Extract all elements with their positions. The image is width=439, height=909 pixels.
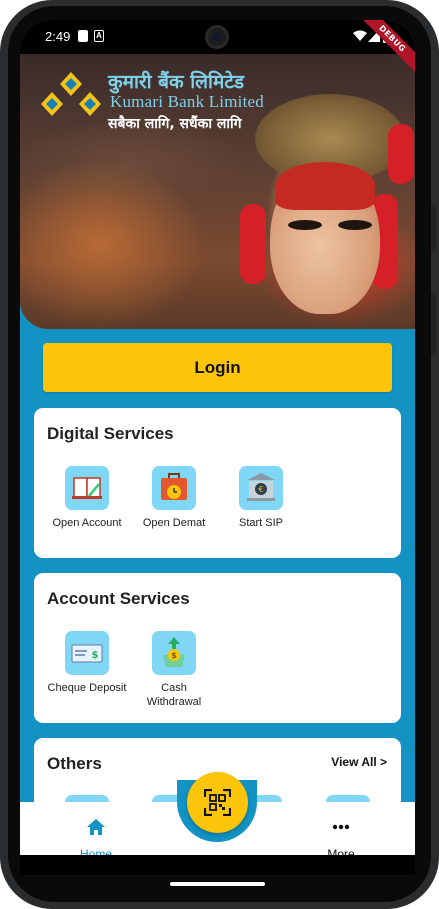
kumari-bank-logo: कुमारी बैंक लिमिटेड Kumari Bank Limited … [38,68,278,142]
logo-nepali-text: कुमारी बैंक लिमिटेड [108,71,245,93]
tassel-image [388,124,414,184]
wifi-icon [353,30,367,41]
volume-button [431,205,436,251]
account-services-title: Account Services [47,589,190,608]
status-bar: 2:49 A DEBUG [20,20,415,76]
briefcase-clock-icon [152,466,196,510]
svg-text:€: € [258,485,263,494]
account-services-card: Account Services $ Cheque Deposit $ Cash… [34,573,401,723]
bank-logo-icon [41,72,101,116]
logo-english-text: Kumari Bank Limited [110,92,264,111]
forehead-paint-image [275,162,375,210]
digital-services-title: Digital Services [47,424,174,443]
cheque-icon: $ [65,631,109,675]
qr-scan-icon [204,789,231,816]
book-icon [65,466,109,510]
open-demat-button[interactable]: Open Demat [133,466,215,530]
svg-text:$: $ [92,650,99,661]
view-all-link[interactable]: View All > [331,755,387,769]
start-sip-button[interactable]: € Start SIP [220,466,302,530]
start-sip-label: Start SIP [238,517,284,529]
cash-withdrawal-label-line1: Cash [161,682,187,694]
cash-withdrawal-icon: $ [152,631,196,675]
more-dots-icon [332,824,350,830]
login-button[interactable]: Login [43,343,392,392]
eye-image [288,220,322,230]
cheque-deposit-button[interactable]: $ Cheque Deposit [46,631,128,695]
status-time: 2:49 [45,29,71,44]
sim-card-icon [78,30,88,42]
open-account-label: Open Account [52,517,122,529]
others-title: Others [47,754,102,773]
notification-icon: A [94,30,104,42]
eye-image [338,220,372,230]
open-account-button[interactable]: Open Account [46,466,128,530]
svg-text:$: $ [171,651,177,660]
qr-scan-button[interactable] [187,772,248,833]
gesture-handle[interactable] [170,882,265,886]
cheque-deposit-label: Cheque Deposit [47,682,127,694]
open-demat-label: Open Demat [142,517,206,529]
front-camera [205,25,229,49]
home-icon [87,819,105,835]
tassel-image [240,204,266,284]
hero-banner: कुमारी बैंक लिमिटेड Kumari Bank Limited … [20,54,415,329]
logo-tagline: सबैका लागि, सधैंका लागि [108,116,242,132]
bank-euro-icon: € [239,466,283,510]
cash-withdrawal-label: Cash Withdrawal [133,681,215,709]
digital-services-card: Digital Services Open Account Open Demat… [34,408,401,558]
app-screen: कुमारी बैंक लिमिटेड Kumari Bank Limited … [20,20,415,875]
system-nav-area [20,855,415,875]
power-button [431,292,436,356]
cash-withdrawal-button[interactable]: $ Cash Withdrawal [133,631,215,709]
cash-withdrawal-label-line2: Withdrawal [146,696,202,708]
